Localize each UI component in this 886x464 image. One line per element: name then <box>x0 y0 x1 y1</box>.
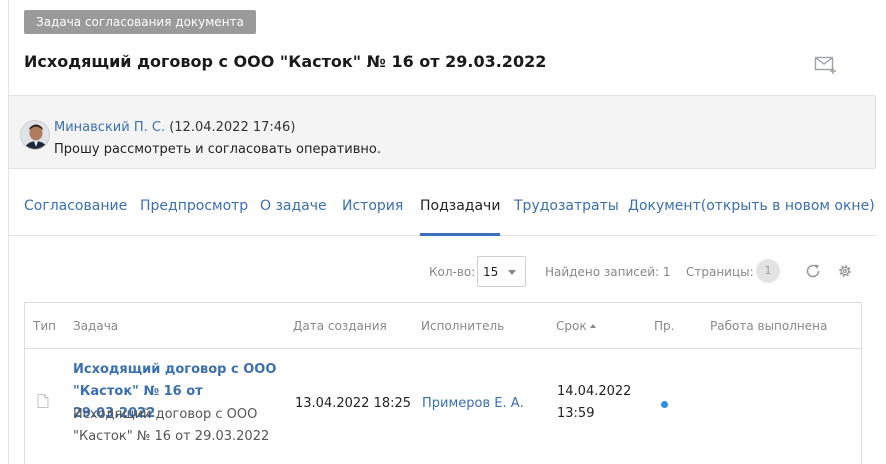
page-title: Исходящий договор с ООО "Касток" № 16 от… <box>24 52 547 71</box>
task-description: Исходящий договор с ООО "Касток" № 16 от… <box>73 407 270 444</box>
file-icon <box>37 394 49 408</box>
tab-about-task[interactable]: О задаче <box>260 198 327 236</box>
count-select[interactable]: 15 <box>477 256 526 287</box>
subtasks-table: Тип Задача Дата создания Исполнитель Сро… <box>24 302 862 464</box>
tab-approval[interactable]: Согласование <box>24 198 127 236</box>
column-due[interactable]: Срок <box>556 319 596 333</box>
created-date: 13.04.2022 18:25 <box>295 396 412 411</box>
sort-asc-icon <box>589 324 596 328</box>
priority-indicator <box>661 401 668 408</box>
table-row[interactable]: Исходящий договор с ООО "Касток" № 16 от… <box>25 350 861 464</box>
tab-preview[interactable]: Предпросмотр <box>140 198 248 236</box>
column-created[interactable]: Дата создания <box>293 319 387 333</box>
chevron-down-icon <box>508 270 516 275</box>
due-time: 13:59 <box>557 406 595 421</box>
column-type[interactable]: Тип <box>33 319 56 333</box>
records-found: Найдено записей: 1 <box>545 265 671 279</box>
count-value: 15 <box>483 265 499 279</box>
column-task[interactable]: Задача <box>73 319 118 333</box>
column-due-label: Срок <box>556 319 587 333</box>
page-button[interactable]: 1 <box>756 259 780 283</box>
tab-bar: Согласование Предпросмотр О задаче Истор… <box>8 180 876 236</box>
comment-author-line: Минавский П. С. (12.04.2022 17:46) <box>54 120 295 135</box>
envelope-plus-icon[interactable] <box>814 54 838 74</box>
gear-icon[interactable] <box>836 262 854 280</box>
comment-box: Минавский П. С. (12.04.2022 17:46) Прошу… <box>8 95 876 169</box>
count-label: Кол-во: <box>429 265 476 279</box>
column-priority[interactable]: Пр. <box>654 319 674 333</box>
comment-date: (12.04.2022 17:46) <box>169 120 296 135</box>
comment-text: Прошу рассмотреть и согласовать оператив… <box>54 142 381 157</box>
column-work-done[interactable]: Работа выполнена <box>710 319 827 333</box>
table-header: Тип Задача Дата создания Исполнитель Сро… <box>25 303 861 349</box>
column-executor[interactable]: Исполнитель <box>421 319 504 333</box>
pages-label: Страницы: <box>686 265 754 279</box>
executor-link[interactable]: Примеров Е. А. <box>422 396 524 411</box>
tab-history[interactable]: История <box>342 198 403 236</box>
tab-subtasks[interactable]: Подзадачи <box>420 198 501 236</box>
task-type-badge: Задача согласования документа <box>24 10 256 34</box>
tab-document-new-window[interactable]: Документ(открыть в новом окне) <box>628 198 875 236</box>
due-date: 14.04.2022 <box>557 384 632 399</box>
avatar <box>20 120 50 150</box>
refresh-icon[interactable] <box>804 262 822 280</box>
comment-author-link[interactable]: Минавский П. С. <box>54 120 165 135</box>
tab-labor-costs[interactable]: Трудозатраты <box>514 198 619 236</box>
